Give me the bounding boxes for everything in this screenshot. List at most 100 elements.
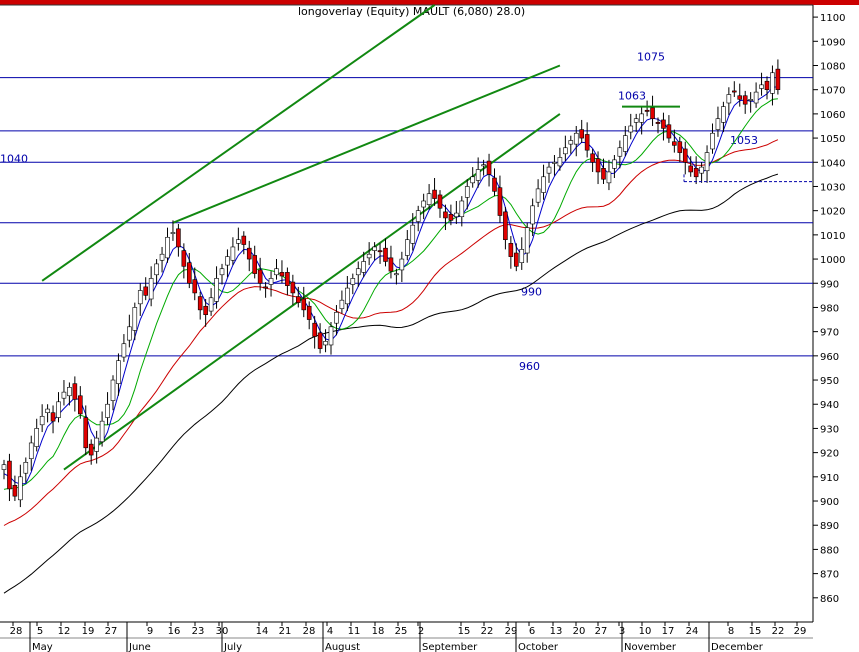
candle-up <box>622 135 628 152</box>
candle-down <box>72 383 78 400</box>
candle-down <box>241 235 247 245</box>
candle-down <box>503 211 508 241</box>
y-tick-label: 870 <box>820 570 839 581</box>
candle-up <box>753 91 759 104</box>
candle-down <box>443 211 448 219</box>
y-tick-label: 1040 <box>820 158 845 169</box>
candle-up <box>154 263 159 276</box>
candle-up <box>366 253 372 259</box>
candle-up <box>568 140 574 145</box>
x-tick-label: 27 <box>105 626 118 637</box>
candle-down <box>197 296 203 311</box>
month-label: July <box>223 642 242 652</box>
candle-up <box>415 210 421 222</box>
candle-down <box>693 168 699 178</box>
candle-up <box>355 268 361 276</box>
candle-down <box>508 243 514 257</box>
candle-down <box>432 189 437 199</box>
candle-up <box>704 152 710 172</box>
y-tick-label: 890 <box>820 521 839 532</box>
candle-down <box>764 80 770 90</box>
candle-up <box>606 171 612 184</box>
y-tick-label: 960 <box>820 352 839 363</box>
candle-up <box>225 256 230 266</box>
candle-up <box>61 391 67 399</box>
candle-down <box>317 332 323 349</box>
candle-up <box>770 72 775 94</box>
candle-down <box>590 153 595 163</box>
candle-down <box>83 417 89 449</box>
candle-up <box>1 464 7 470</box>
candle-down <box>655 122 661 124</box>
y-tick-label: 940 <box>820 400 839 411</box>
candle-up <box>328 326 334 346</box>
candle-up <box>350 278 356 285</box>
x-tick-label: 27 <box>595 626 608 637</box>
candle-up <box>116 360 121 384</box>
level-label: 960 <box>519 360 540 373</box>
month-label: June <box>128 642 151 652</box>
candle-down <box>644 109 650 112</box>
candle-down <box>584 134 590 151</box>
candle-up <box>34 428 40 447</box>
candle-down <box>595 158 601 173</box>
month-label: December <box>711 642 764 652</box>
candle-down <box>12 484 18 497</box>
candle-up <box>18 476 23 501</box>
candle-up <box>454 212 459 218</box>
y-tick-label: 1050 <box>820 134 845 145</box>
candle-up <box>410 224 416 244</box>
x-tick-label: 22 <box>772 626 785 637</box>
candle-down <box>290 281 296 294</box>
x-tick-label: 8 <box>728 626 734 637</box>
candle-down <box>279 272 285 277</box>
x-tick-label: 14 <box>256 626 269 637</box>
x-tick-label: 9 <box>147 626 153 637</box>
candle-up <box>530 205 535 225</box>
candle-down <box>88 443 94 456</box>
candle-up <box>127 326 132 341</box>
y-tick-label: 980 <box>820 303 839 314</box>
candle-up <box>710 132 715 150</box>
x-tick-label: 11 <box>348 626 361 637</box>
y-tick-label: 900 <box>820 497 839 508</box>
candle-up <box>573 132 579 145</box>
candle-down <box>285 272 290 286</box>
candle-up <box>459 200 465 218</box>
x-tick-label: 24 <box>686 626 699 637</box>
y-axis: 860 870 880 890 900 910 920 930 940 950 960 970 980 9… <box>812 5 859 622</box>
candle-down <box>579 129 585 139</box>
y-tick-label: 920 <box>820 449 839 460</box>
candle-down <box>263 286 268 289</box>
candle-up <box>475 169 481 181</box>
x-tick-label: 6 <box>529 626 535 637</box>
x-tick-label: 29 <box>505 626 518 637</box>
x-tick-label: 5 <box>37 626 43 637</box>
candle-up <box>721 106 726 123</box>
candle-up <box>726 94 732 104</box>
candle-down <box>737 95 743 100</box>
y-tick-label: 1060 <box>820 110 845 121</box>
candle-up <box>535 188 541 203</box>
x-tick-label: 23 <box>192 626 205 637</box>
candle-up <box>268 278 274 285</box>
y-tick-label: 1000 <box>820 255 845 266</box>
candle-up <box>236 239 241 244</box>
candle-down <box>50 412 56 422</box>
candle-down <box>661 119 666 129</box>
candle-up <box>339 299 345 309</box>
x-tick-label: 28 <box>303 626 316 637</box>
candle-up <box>159 253 165 261</box>
candle-up <box>404 239 410 256</box>
x-tick-label: 13 <box>550 626 563 637</box>
candle-up <box>612 159 617 169</box>
candle-down <box>731 90 737 93</box>
candle-down <box>383 247 388 262</box>
candle-down <box>672 141 677 146</box>
candle-down <box>448 213 454 221</box>
candle-up <box>699 166 704 174</box>
candle-down <box>78 395 83 415</box>
candle-up <box>345 287 350 305</box>
x-tick-label: 18 <box>372 626 385 637</box>
candle-up <box>759 84 764 89</box>
